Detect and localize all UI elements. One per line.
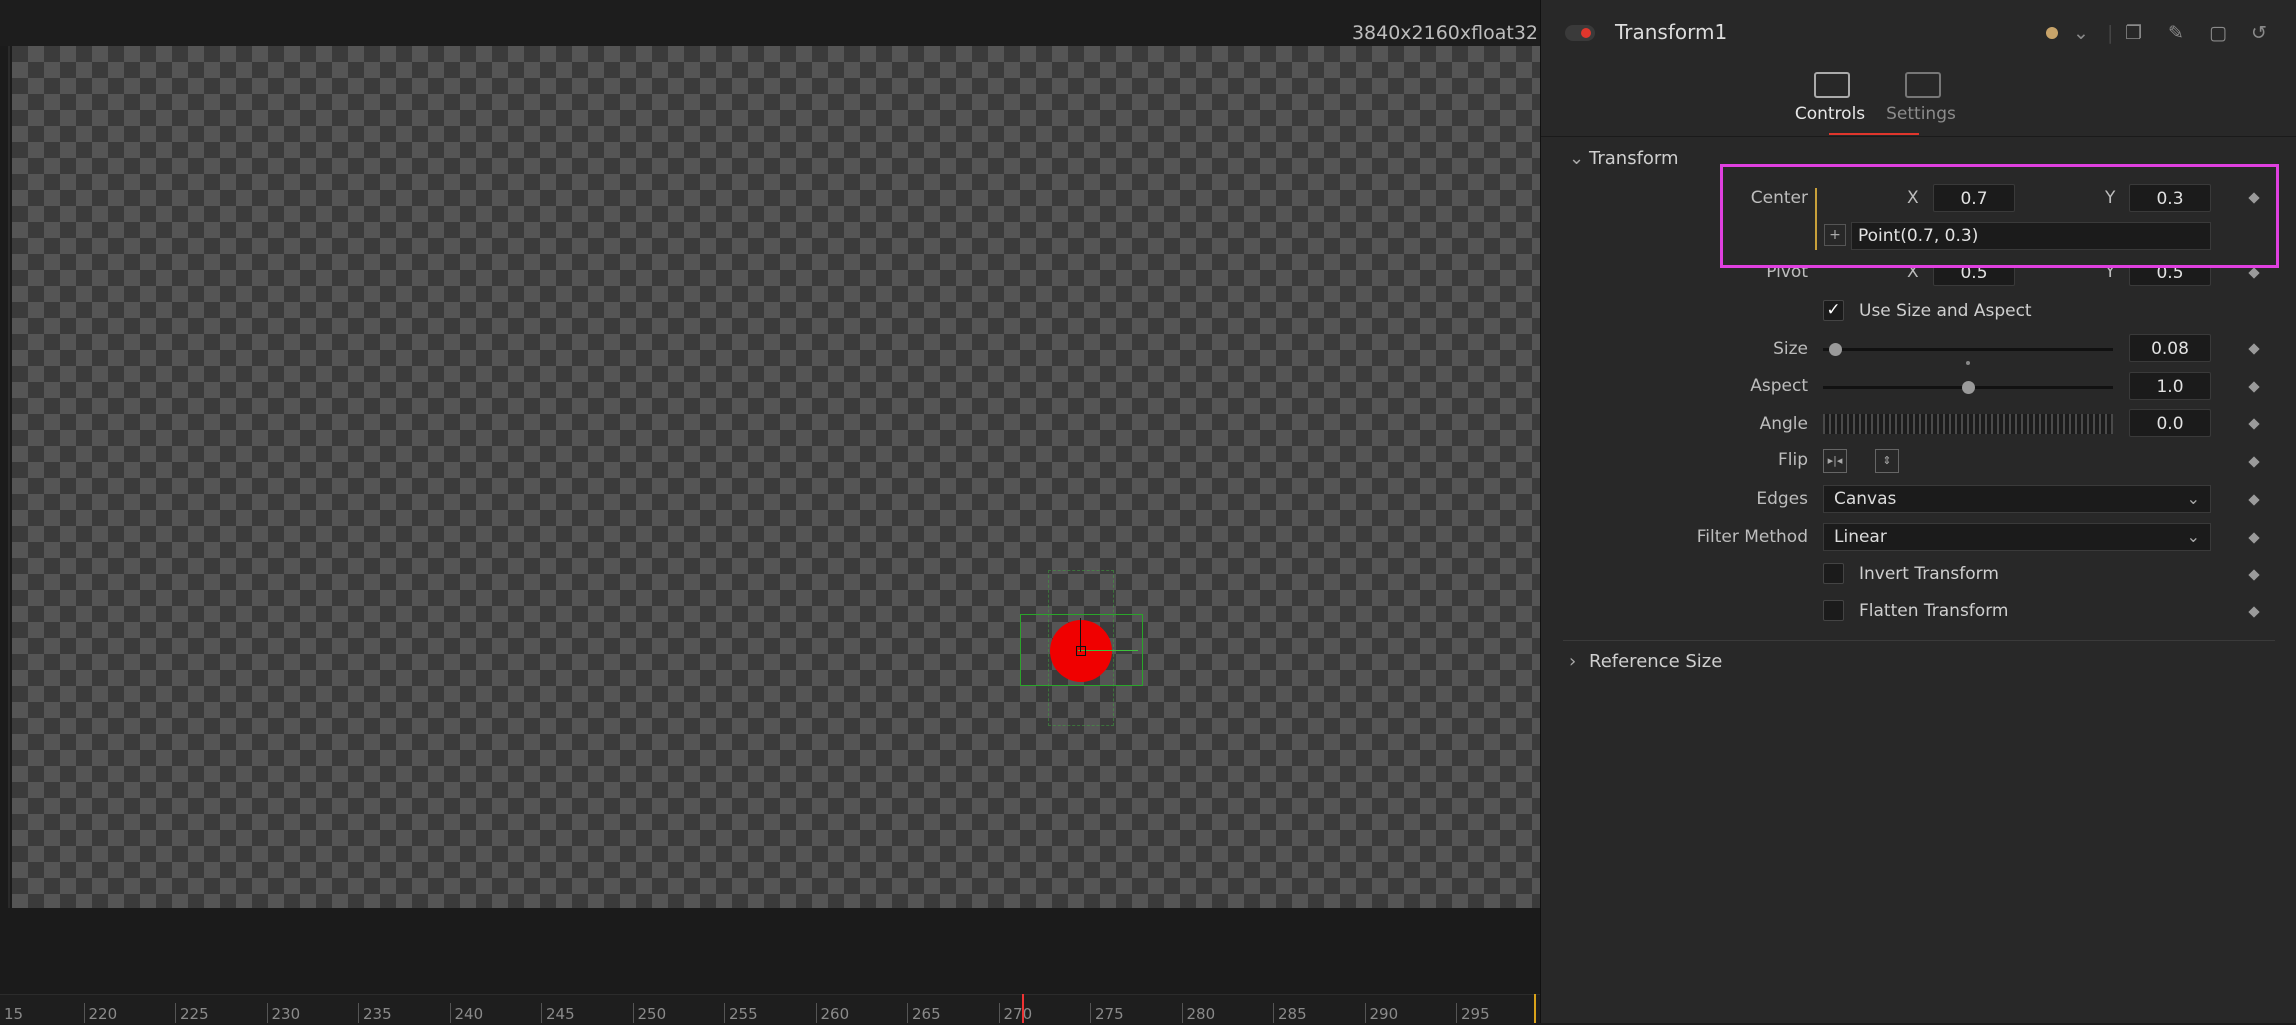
flip-label: Flip [1777,450,1808,470]
controls-icon [1814,72,1850,98]
size-slider[interactable] [1823,348,2113,351]
timeline-tick-label: 265 [907,1003,941,1023]
timeline-tick-label: 15 [4,1005,24,1023]
timeline-end-marker[interactable] [1534,994,1536,1023]
pin-icon[interactable]: ✎ [2168,22,2184,44]
chevron-right-icon: › [1569,651,1577,672]
timeline-tick-label: 260 [815,1003,849,1023]
edges-label: Edges [1756,489,1808,509]
timeline-tick-label: 240 [449,1003,483,1023]
node-title: Transform1 [1615,20,1728,44]
tab-settings[interactable]: Settings [1876,66,1966,136]
flip-horizontal-button[interactable]: ▸|◂ [1823,449,1847,473]
pivot-keyframe-button[interactable] [2248,267,2260,279]
timeline-tick-label: 285 [1273,1003,1307,1023]
angle-field[interactable]: 0.0 [2129,409,2211,437]
reference-size-label: Reference Size [1589,651,1723,672]
timeline-tick-label: 280 [1181,1003,1215,1023]
tab-settings-label: Settings [1886,104,1956,124]
timeline-tick-label: 220 [83,1003,117,1023]
viewer-header: 3840x2160xfloat32 [0,0,1540,46]
viewer-left-edge [8,46,10,908]
highlight-annotation-box [1720,164,2279,268]
invert-transform-keyframe-button[interactable] [2248,569,2260,581]
aspect-field[interactable]: 1.0 [2129,372,2211,400]
inspector-header: Transform1 ⌄ | ❐ ✎ ▢ ↺ [1541,0,2296,66]
size-field[interactable]: 0.08 [2129,334,2211,362]
tab-controls-label: Controls [1794,104,1866,124]
reset-icon[interactable]: ↺ [2251,22,2267,44]
flatten-transform-keyframe-button[interactable] [2248,606,2260,618]
timeline-tick-label: 295 [1456,1003,1490,1023]
size-slider-knob[interactable] [1828,343,1842,356]
size-label: Size [1773,339,1808,359]
timeline-tick-label: 235 [358,1003,392,1023]
settings-icon [1905,72,1941,98]
transform-center-handle[interactable] [1076,646,1086,656]
angle-thumbwheel[interactable] [1823,414,2113,434]
viewer-canvas[interactable] [12,46,1540,908]
invert-transform-label: Invert Transform [1859,564,1999,584]
filter-method-label: Filter Method [1696,527,1808,547]
chevron-down-icon: ⌄ [2186,489,2200,508]
invert-transform-checkbox[interactable] [1823,563,1844,584]
timeline-playhead[interactable] [1022,994,1024,1023]
timeline-tick-label: 290 [1364,1003,1398,1023]
section-divider [1563,640,2275,641]
inspector-panel: Transform1 ⌄ | ❐ ✎ ▢ ↺ Controls Settings… [1540,0,2296,1023]
use-size-aspect-label: Use Size and Aspect [1859,301,2032,321]
timeline-tick-label: 245 [541,1003,575,1023]
resolution-label: 3840x2160xfloat32 [1351,22,1538,44]
size-keyframe-button[interactable] [2248,343,2260,355]
viewer-panel: 3840x2160xfloat32 [0,0,1540,1023]
flatten-transform-label: Flatten Transform [1859,601,2009,621]
reference-size-section-header[interactable]: › Reference Size [1569,651,1722,672]
aspect-slider-knob[interactable] [1961,381,1975,394]
filter-method-keyframe-button[interactable] [2248,532,2260,544]
chevron-down-icon[interactable]: ⌄ [2073,22,2089,44]
timeline-tick-label: 250 [632,1003,666,1023]
node-enable-dot [1581,28,1591,38]
header-divider: | [2107,22,2114,44]
chevron-down-icon: ⌄ [1569,148,1585,169]
timeline-tick-label: 255 [724,1003,758,1023]
edges-keyframe-button[interactable] [2248,494,2260,506]
timeline-ruler[interactable]: 15 220 225 230 235 240 245 250 255 260 265 270 275 28… [0,994,1540,1024]
inspector-tabs: Controls Settings [1541,66,2296,137]
angle-keyframe-button[interactable] [2248,418,2260,430]
transform-x-axis-handle[interactable] [1078,650,1138,651]
angle-label: Angle [1759,414,1808,434]
node-enable-toggle[interactable] [1565,25,1595,41]
lock-icon[interactable]: ▢ [2209,22,2227,44]
flip-keyframe-button[interactable] [2248,456,2260,468]
transform-section-header[interactable]: ⌄ Transform [1569,148,1679,169]
timeline-tick-label: 225 [175,1003,209,1023]
filter-method-dropdown[interactable]: Linear ⌄ [1823,523,2211,551]
flatten-transform-checkbox[interactable] [1823,600,1844,621]
active-tab-underline [1829,133,1919,135]
aspect-keyframe-button[interactable] [2248,381,2260,393]
chevron-down-icon: ⌄ [2186,527,2200,546]
flip-vertical-button[interactable]: ⇕ [1875,449,1899,473]
edges-value: Canvas [1834,489,1897,509]
timeline-tick-label: 230 [266,1003,300,1023]
viewer-bottom-area [0,908,1540,994]
timeline-tick-label: 275 [1090,1003,1124,1023]
timeline-tick-label: 270 [998,1003,1032,1023]
filter-method-value: Linear [1834,527,1887,547]
transform-section-label: Transform [1589,148,1679,169]
node-color-dot[interactable] [2046,27,2058,39]
use-size-aspect-checkbox[interactable]: ✓ [1823,300,1844,321]
aspect-default-marker [1966,361,1970,365]
edges-dropdown[interactable]: Canvas ⌄ [1823,485,2211,513]
versions-icon[interactable]: ❐ [2125,22,2142,44]
aspect-label: Aspect [1750,376,1808,396]
tab-controls[interactable]: Controls [1785,66,1875,136]
